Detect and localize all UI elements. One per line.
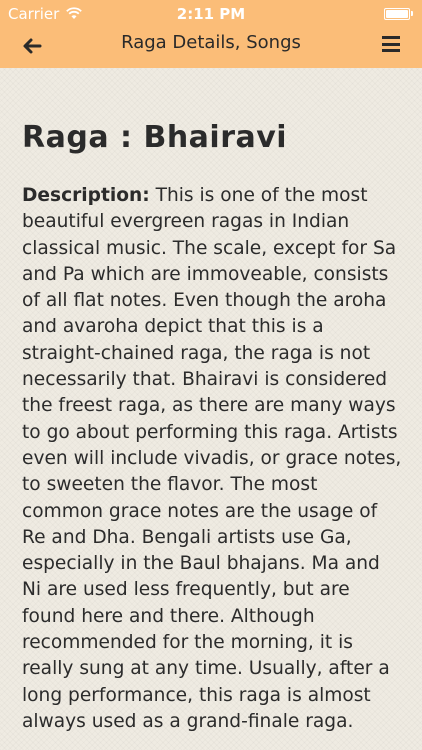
raga-details: Raga : Bhairavi Description: This is one…: [22, 120, 404, 735]
hamburger-menu-icon[interactable]: [382, 36, 400, 52]
top-bar: Carrier 2:11 PM Raga Details, Songs: [0, 0, 422, 68]
description-text: This is one of the most beautiful evergr…: [22, 185, 402, 732]
description-label: Description:: [22, 185, 150, 206]
status-bar: Carrier 2:11 PM: [0, 0, 422, 28]
navigation-bar: Raga Details, Songs: [0, 28, 422, 68]
raga-title: Raga : Bhairavi: [22, 120, 288, 155]
status-time: 2:11 PM: [176, 5, 246, 23]
raga-description: Description: This is one of the most bea…: [22, 183, 404, 735]
back-arrow-icon[interactable]: [20, 34, 44, 58]
nav-title: Raga Details, Songs: [121, 32, 301, 53]
battery-icon: [384, 8, 413, 20]
